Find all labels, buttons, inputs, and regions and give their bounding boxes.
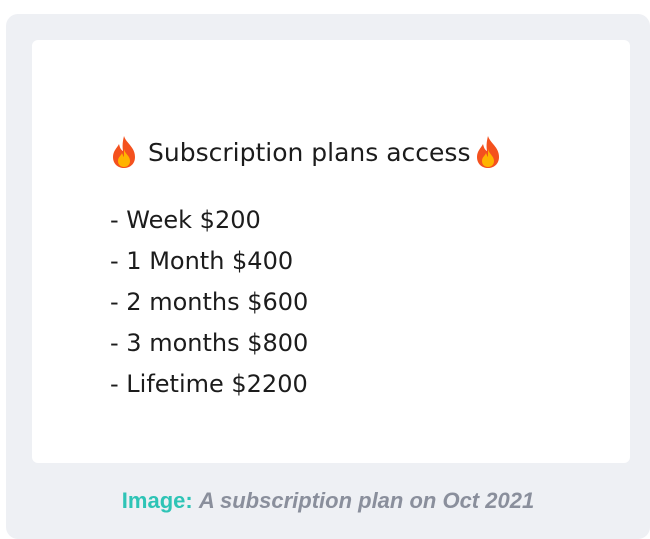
plans-title: Subscription plans access bbox=[148, 137, 471, 167]
plan-item: - Week $200 bbox=[110, 206, 261, 234]
plan-item: - Lifetime $2200 bbox=[110, 370, 308, 398]
plans-list: - Week $200 - 1 Month $400 - 2 months $6… bbox=[110, 200, 308, 405]
plans-heading: Subscription plans access bbox=[110, 135, 502, 169]
plan-item: - 1 Month $400 bbox=[110, 247, 294, 275]
plan-item: - 3 months $800 bbox=[110, 329, 309, 357]
fire-icon bbox=[113, 136, 135, 168]
caption-label: Image: bbox=[121, 488, 193, 513]
image-figure: Subscription plans access - Week $200 - … bbox=[6, 14, 650, 539]
plan-item: - 2 months $600 bbox=[110, 288, 309, 316]
caption-text: A subscription plan on Oct 2021 bbox=[198, 488, 535, 513]
image-caption: Image: A subscription plan on Oct 2021 bbox=[6, 488, 650, 514]
fire-icon bbox=[477, 136, 500, 168]
screenshot-card: Subscription plans access - Week $200 - … bbox=[32, 40, 630, 463]
